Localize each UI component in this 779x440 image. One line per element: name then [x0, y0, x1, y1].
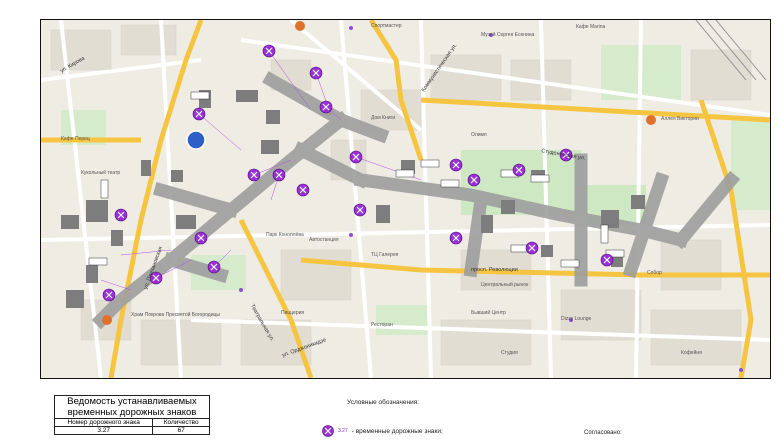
poi-label: ТЦ Галерея	[371, 252, 399, 258]
table-row: 3.27 67	[53, 426, 210, 435]
column-header-quantity: Количество	[152, 418, 210, 427]
column-header-number: Номер дорожного знака	[53, 418, 154, 427]
cell-sign-quantity: 67	[152, 426, 210, 435]
poi-label: Кафе Перец	[61, 136, 90, 142]
drawing-sheet: ул. Кирова Коммунистическая ул. Студенче…	[0, 0, 779, 440]
temporary-sign-icon	[322, 425, 334, 437]
poi-label: Dizzy Lounge	[561, 316, 592, 322]
map-canvas[interactable]	[41, 20, 770, 378]
poi-label: Студия	[501, 350, 518, 356]
poi-label: Храм Покрова Пресвятой Богородицы	[131, 312, 220, 318]
poi-label: Ресторан	[371, 322, 393, 328]
poi-label: Парк Коноплёва	[266, 232, 304, 238]
poi-label: Кукольный театр	[81, 170, 121, 176]
poi-label: Спортмастер	[371, 23, 402, 29]
street-label: просп. Революции	[471, 267, 518, 273]
approval-label: Согласовано:	[584, 430, 622, 436]
poi-label: Собор	[647, 270, 662, 276]
legend-title: Условные обозначения:	[347, 399, 420, 406]
poi-label: Автостанция	[309, 237, 339, 243]
legend-item: 3.27 - временные дорожные знаки;	[322, 425, 443, 437]
sign-schedule-table: Ведомость устанавливаемых временных доро…	[53, 395, 210, 435]
poi-label: Олимп	[471, 132, 487, 138]
poi-label: Пиццерия	[281, 310, 305, 316]
poi-label: Кофейня	[681, 350, 702, 356]
poi-label: Музей Сергея Есенина	[481, 32, 535, 38]
poi-label: Центральный рынок	[481, 282, 529, 288]
legend-sign-text: - временные дорожные знаки;	[351, 427, 443, 435]
map-frame[interactable]: ул. Кирова Коммунистическая ул. Студенче…	[40, 19, 771, 379]
poi-label: Дом Книги	[371, 115, 396, 121]
poi-label: Бывший Центр	[471, 310, 506, 316]
legend-sign-code: 3.27	[338, 428, 348, 434]
cell-sign-number: 3.27	[53, 426, 154, 435]
poi-label: Кафе Marina	[576, 24, 606, 30]
table-title: Ведомость устанавливаемых временных доро…	[54, 395, 210, 419]
landmark-icon[interactable]	[186, 130, 206, 150]
poi-label: Аллея Виктории	[661, 116, 699, 122]
